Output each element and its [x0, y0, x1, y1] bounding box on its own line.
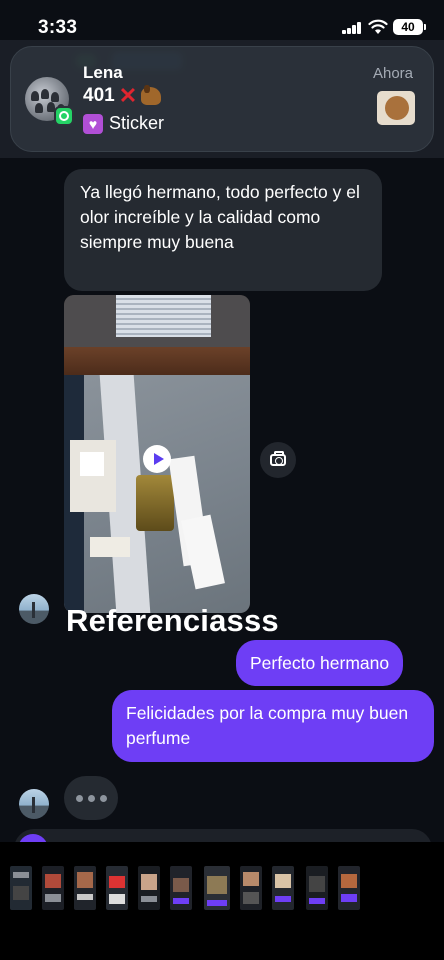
- status-time: 3:33: [38, 17, 78, 38]
- app-thumbnail[interactable]: [306, 866, 328, 910]
- notification-preview: ♥ Sticker: [83, 113, 164, 134]
- app-thumbnail[interactable]: [204, 866, 230, 910]
- sticker-thumbnail: [377, 91, 415, 125]
- notification-title: 401 ✕: [83, 83, 162, 108]
- play-icon[interactable]: [143, 445, 171, 473]
- notification-sender: Lena: [83, 63, 123, 82]
- contact-avatar[interactable]: [19, 789, 49, 819]
- notification-time: Ahora: [372, 65, 413, 82]
- incoming-message[interactable]: Ya llegó hermano, todo perfecto y el olo…: [64, 169, 382, 291]
- cellular-signal-icon: [342, 22, 362, 34]
- video-caption: Referenciasss: [66, 603, 279, 638]
- outgoing-message[interactable]: Perfecto hermano: [236, 640, 404, 686]
- notification-banner[interactable]: Lena 401 ✕ ♥ Sticker Ahora: [10, 46, 434, 152]
- wifi-icon: [368, 19, 388, 34]
- horse-icon: [141, 85, 162, 105]
- app-thumbnail[interactable]: [272, 866, 294, 910]
- outgoing-message[interactable]: Felicidades por la compra muy buen perfu…: [112, 690, 434, 762]
- battery-icon: 40: [393, 19, 426, 35]
- app-thumbnail[interactable]: [240, 866, 262, 910]
- camera-icon[interactable]: [260, 442, 296, 478]
- typing-indicator-icon: [64, 776, 118, 820]
- notification-preview-text: Sticker: [109, 113, 165, 133]
- notification-title-text: 401: [83, 85, 115, 106]
- app-thumbnail[interactable]: [138, 866, 160, 910]
- app-thumbnail[interactable]: [42, 866, 64, 910]
- app-thumbnail[interactable]: [106, 866, 128, 910]
- app-thumbnail[interactable]: [74, 866, 96, 910]
- chat-screen: 3:33 40 Lena 401 ✕ ♥ Sticker Ahora Ya ll…: [0, 0, 444, 960]
- whatsapp-icon: [54, 106, 74, 126]
- heart-icon: ♥: [83, 113, 103, 134]
- cross-mark-icon: ✕: [118, 83, 138, 108]
- app-thumbnail[interactable]: [10, 866, 32, 910]
- app-thumbnail[interactable]: [170, 866, 192, 910]
- app-thumbnail[interactable]: [338, 866, 360, 910]
- contact-avatar[interactable]: [19, 594, 49, 624]
